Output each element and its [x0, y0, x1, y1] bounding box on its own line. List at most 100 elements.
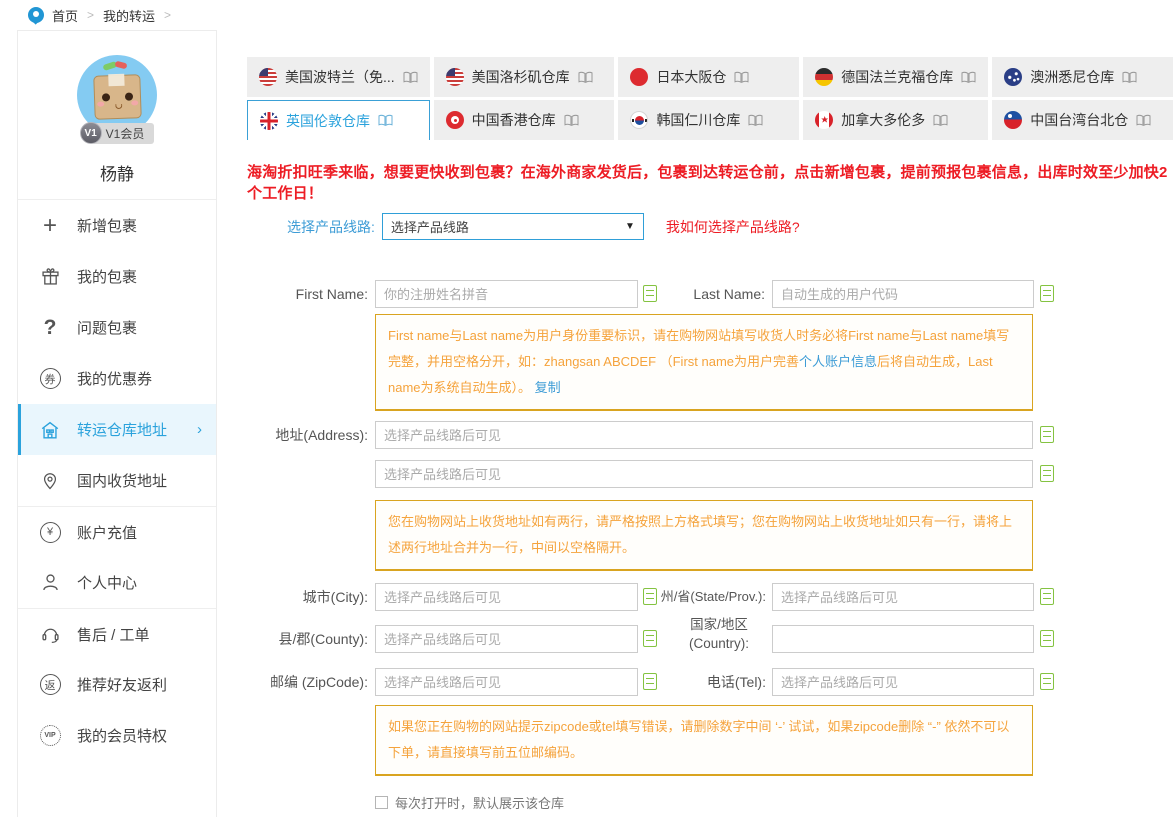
copy-icon[interactable]: [1040, 588, 1054, 605]
zipcode-input[interactable]: [375, 668, 638, 696]
location-pin-icon: [38, 469, 62, 493]
question-icon: ?: [38, 316, 62, 340]
zipcode-tip-box: 如果您正在购物的网站提示zipcode或tel填写错误，请删除数字中间 ‘-’ …: [375, 705, 1033, 776]
sidebar-menu: + 新增包裹 我的包裹 ? 问题包裹 券 我的优惠券 转运仓库地址 ›: [18, 199, 216, 761]
headset-icon: [38, 622, 62, 646]
sidebar-item-account-recharge[interactable]: ¥ 账户充值: [18, 506, 216, 557]
first-name-input[interactable]: [375, 280, 638, 308]
breadcrumb-separator: >: [87, 8, 94, 22]
flag-hongkong-icon: [446, 111, 464, 129]
account-info-link[interactable]: 个人账户信息: [799, 354, 877, 369]
promo-notice: 海淘折扣旺季来临，想要更快收到包裹？在海外商家发货后，包裹到达转运仓前，点击新增…: [247, 161, 1171, 203]
product-line-selected-value: 选择产品线路: [391, 217, 469, 236]
package-icon: [38, 265, 62, 289]
warehouse-icon: [38, 418, 62, 442]
flag-us-icon: [259, 68, 277, 86]
sidebar-item-problem-packages[interactable]: ? 问题包裹: [18, 302, 216, 353]
city-label: 城市(City):: [248, 582, 368, 612]
flag-canada-icon: [815, 111, 833, 129]
address-label: 地址(Address):: [248, 420, 368, 450]
address-book-icon: [734, 71, 749, 84]
address-tip-box: 您在购物网站上收货地址如有两行，请严格按照上方格式填写；您在购物网站上收货地址如…: [375, 500, 1033, 571]
address-book-icon: [1122, 71, 1137, 84]
vip-icon: VIP: [38, 724, 62, 748]
tab-taiwan-taipei[interactable]: 中国台湾台北仓: [992, 100, 1173, 140]
copy-icon[interactable]: [1040, 465, 1054, 482]
zipcode-label: 邮编 (ZipCode):: [248, 667, 368, 697]
breadcrumb-home[interactable]: 首页: [52, 6, 78, 25]
tab-canada-toronto[interactable]: 加拿大多伦多: [803, 100, 988, 140]
last-name-input[interactable]: [772, 280, 1034, 308]
breadcrumb-my-forwarding[interactable]: 我的转运: [103, 6, 155, 25]
tab-korea-incheon[interactable]: 韩国仁川仓库: [618, 100, 799, 140]
avatar-box-character: [93, 74, 142, 120]
sidebar-item-my-coupons[interactable]: 券 我的优惠券: [18, 353, 216, 404]
city-input[interactable]: [375, 583, 638, 611]
county-input[interactable]: [375, 625, 638, 653]
copy-name-link[interactable]: 复制: [535, 380, 561, 395]
copy-icon[interactable]: [643, 673, 657, 690]
product-line-help-link[interactable]: 我如何选择产品线路?: [666, 217, 800, 237]
flag-uk-icon: [260, 112, 278, 130]
address-book-icon: [961, 71, 976, 84]
last-name-label: Last Name:: [658, 279, 765, 309]
state-label: 州/省(State/Prov.):: [640, 582, 766, 612]
tab-australia-sydney[interactable]: 澳洲悉尼仓库: [992, 57, 1173, 97]
tel-input[interactable]: [772, 668, 1034, 696]
flag-us-icon: [446, 68, 464, 86]
flag-taiwan-icon: [1004, 111, 1022, 129]
copy-icon[interactable]: [1040, 426, 1054, 443]
address-book-icon: [564, 114, 579, 127]
rebate-icon: 返: [38, 673, 62, 697]
product-line-row: 选择产品线路: 选择产品线路 ▼ 我如何选择产品线路?: [247, 213, 800, 240]
breadcrumb: 首页 > 我的转运 >: [0, 0, 1173, 30]
sidebar-item-my-packages[interactable]: 我的包裹: [18, 251, 216, 302]
flag-korea-icon: [630, 111, 648, 129]
copy-icon[interactable]: [1040, 285, 1054, 302]
country-input[interactable]: [772, 625, 1034, 653]
product-line-select[interactable]: 选择产品线路 ▼: [382, 213, 644, 240]
tab-uk-london[interactable]: 英国伦敦仓库: [247, 100, 430, 140]
flag-germany-icon: [815, 68, 833, 86]
sidebar-item-personal-center[interactable]: 个人中心: [18, 557, 216, 608]
tab-china-hongkong[interactable]: 中国香港仓库: [434, 100, 615, 140]
chevron-right-icon: ›: [197, 421, 202, 438]
sidebar-item-add-package[interactable]: + 新增包裹: [18, 200, 216, 251]
default-warehouse-checkbox[interactable]: [375, 796, 388, 809]
tab-us-portland[interactable]: 美国波特兰（免...: [247, 57, 430, 97]
copy-icon[interactable]: [1040, 630, 1054, 647]
address-book-icon: [578, 71, 593, 84]
default-warehouse-label: 每次打开时，默认展示该仓库: [395, 793, 564, 812]
flag-japan-icon: [630, 68, 648, 86]
first-name-label: First Name:: [248, 279, 368, 309]
name-tip-box: First name与Last name为用户身份重要标识，请在购物网站填写收货…: [375, 314, 1033, 411]
location-pin-icon: [28, 7, 44, 23]
tab-germany-frankfurt[interactable]: 德国法兰克福仓库: [803, 57, 988, 97]
vip-level-medal: V1: [80, 122, 102, 144]
product-line-label: 选择产品线路:: [287, 217, 375, 237]
sidebar-item-domestic-address[interactable]: 国内收货地址: [18, 455, 216, 506]
tel-label: 电话(Tel):: [672, 667, 766, 697]
coupon-icon: 券: [38, 367, 62, 391]
sidebar-item-aftersale-ticket[interactable]: 售后 / 工单: [18, 608, 216, 659]
sidebar: V1 V1会员 杨静 + 新增包裹 我的包裹 ? 问题包裹 券 我的优惠券 转运: [17, 30, 217, 817]
yen-icon: ¥: [38, 520, 62, 544]
tab-japan-osaka[interactable]: 日本大阪仓: [618, 57, 799, 97]
county-label: 县/郡(County):: [248, 624, 368, 654]
chevron-down-icon: ▼: [625, 221, 635, 232]
address-book-icon: [403, 71, 418, 84]
copy-icon[interactable]: [643, 630, 657, 647]
tab-us-losangeles[interactable]: 美国洛杉矶仓库: [434, 57, 615, 97]
address-line2-input[interactable]: [375, 460, 1033, 488]
state-input[interactable]: [772, 583, 1034, 611]
sidebar-item-member-privileges[interactable]: VIP 我的会员特权: [18, 710, 216, 761]
username: 杨静: [18, 160, 216, 185]
copy-icon[interactable]: [1040, 673, 1054, 690]
address-book-icon: [933, 114, 948, 127]
address-book-icon: [1136, 114, 1151, 127]
address-line1-input[interactable]: [375, 421, 1033, 449]
copy-icon[interactable]: [643, 285, 657, 302]
warehouse-tabs: 美国波特兰（免... 美国洛杉矶仓库 日本大阪仓 德国法兰克福仓库 澳洲悉尼仓库…: [247, 57, 1173, 140]
sidebar-item-referral-rebate[interactable]: 返 推荐好友返利: [18, 659, 216, 710]
sidebar-item-warehouse-address[interactable]: 转运仓库地址 ›: [18, 404, 216, 455]
